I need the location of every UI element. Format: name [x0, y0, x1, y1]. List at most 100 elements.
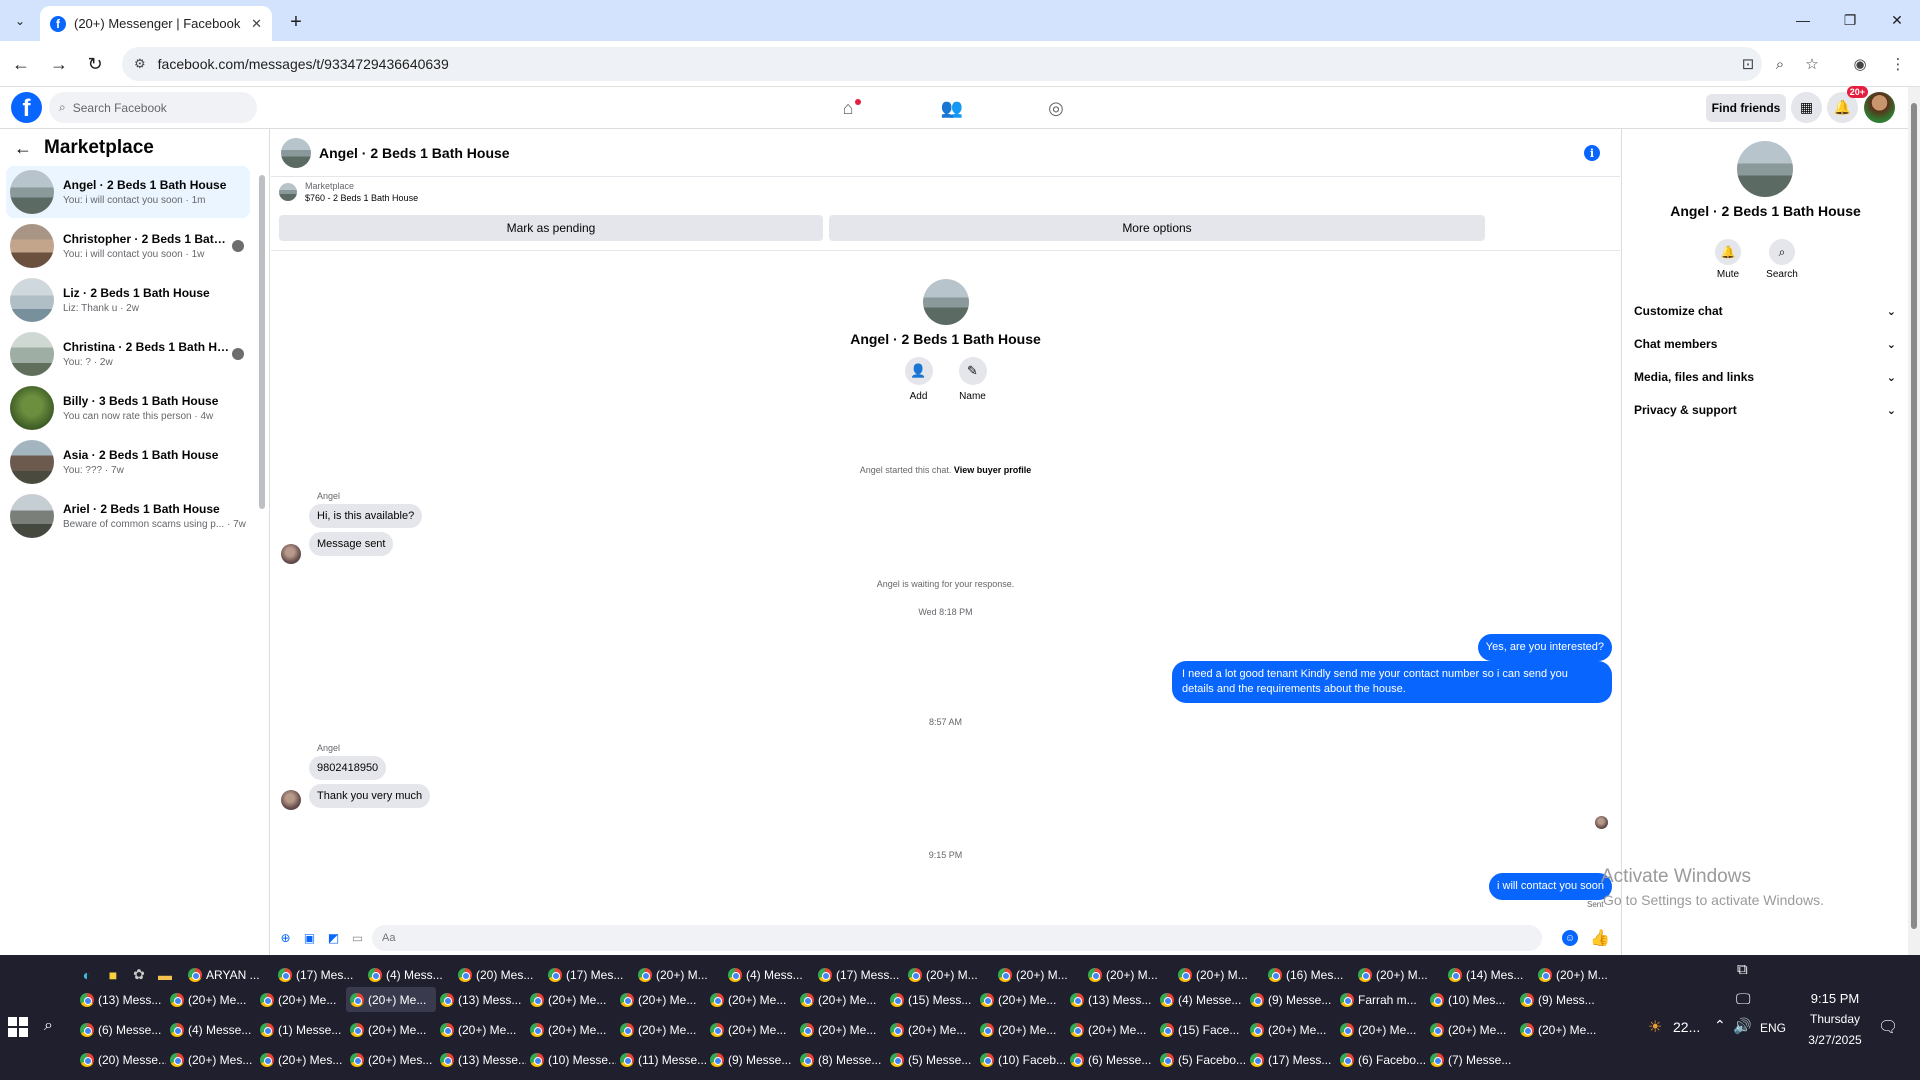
taskbar-window-item[interactable]: (6) Facebo...	[1336, 1047, 1426, 1072]
taskbar-window-item[interactable]: (4) Messe...	[166, 1017, 256, 1042]
taskbar-window-item[interactable]: (20+) M...	[1534, 962, 1624, 987]
taskbar-window-item[interactable]: (6) Messe...	[1066, 1047, 1156, 1072]
taskbar-window-item[interactable]: (13) Mess...	[76, 987, 166, 1012]
page-scrollbar-thumb[interactable]	[1911, 103, 1917, 929]
panel-avatar[interactable]	[1737, 141, 1793, 197]
taskbar-window-item[interactable]: (10) Messe...	[526, 1047, 616, 1072]
friends-icon[interactable]: 👥	[937, 95, 967, 121]
taskbar-window-item[interactable]: (20+) M...	[904, 962, 994, 987]
gif-icon[interactable]: ▭	[349, 929, 366, 946]
find-friends-button[interactable]: Find friends	[1706, 94, 1786, 122]
facebook-logo-icon[interactable]: f	[11, 92, 42, 123]
taskbar-window-item[interactable]: (20+) Me...	[616, 987, 706, 1012]
taskbar-window-item[interactable]: (20+) Me...	[256, 987, 346, 1012]
taskbar-window-item[interactable]: (11) Messe...	[616, 1047, 706, 1072]
taskbar-window-item[interactable]: (10) Mes...	[1426, 987, 1516, 1012]
groups-icon[interactable]: ◎	[1041, 95, 1071, 121]
weather-temp[interactable]: 22...	[1673, 1019, 1700, 1035]
taskbar-window-item[interactable]: (20+) Me...	[1516, 1017, 1606, 1042]
thumbs-up-icon[interactable]: 👍	[1590, 928, 1610, 948]
name-button[interactable]: ✎ Name	[958, 357, 988, 402]
taskbar-window-item[interactable]: (20+) M...	[1354, 962, 1444, 987]
outgoing-message[interactable]: I need a lot good tenant Kindly send me …	[1172, 661, 1612, 703]
window-close-button[interactable]: ✕	[1882, 8, 1912, 32]
add-button[interactable]: 👤 Add	[904, 357, 934, 402]
customize-chat-row[interactable]: Customize chat ⌄	[1634, 296, 1896, 326]
taskbar-window-item[interactable]: (20+) Me...	[976, 1017, 1066, 1042]
file-explorer-icon[interactable]: ▬	[154, 964, 176, 986]
plus-circle-icon[interactable]: ⊕	[277, 929, 294, 946]
site-info-icon[interactable]: ⚙	[134, 56, 146, 72]
taskbar-window-item[interactable]: (13) Mess...	[436, 987, 526, 1012]
conversation-item[interactable]: Ariel · 2 Beds 1 Bath House Beware of com…	[6, 490, 250, 542]
sender-avatar[interactable]	[281, 790, 301, 810]
privacy-support-row[interactable]: Privacy & support ⌄	[1634, 395, 1896, 425]
sender-avatar[interactable]	[281, 544, 301, 564]
taskbar-window-item[interactable]: (6) Messe...	[76, 1017, 166, 1042]
taskbar-window-item[interactable]: (5) Facebo...	[1156, 1047, 1246, 1072]
back-button[interactable]: ←	[8, 51, 34, 77]
clock-date[interactable]: 3/27/2025	[1790, 1033, 1880, 1047]
restore-button[interactable]: ❐	[1835, 8, 1865, 32]
taskbar-window-item[interactable]: (20+) M...	[634, 962, 724, 987]
taskbar-window-item[interactable]: (20+) Me...	[346, 987, 436, 1012]
view-buyer-profile-link[interactable]: View buyer profile	[954, 465, 1031, 475]
network-icon[interactable]: 🖵	[1736, 991, 1750, 1008]
taskbar-window-item[interactable]: (4) Mess...	[364, 962, 454, 987]
home-icon[interactable]: ⌂	[833, 95, 863, 121]
incoming-message[interactable]: Message sent	[309, 532, 394, 556]
taskbar-window-item[interactable]: (4) Mess...	[724, 962, 814, 987]
zoom-icon[interactable]: ⌕	[1770, 54, 1790, 74]
profile-icon[interactable]: ◉	[1850, 54, 1870, 74]
taskbar-window-item[interactable]: (9) Messe...	[1246, 987, 1336, 1012]
taskbar-window-item[interactable]: (8) Messe...	[796, 1047, 886, 1072]
listing-bar[interactable]: Marketplace $760 - 2 Beds 1 Bath House	[279, 181, 418, 203]
taskbar-window-item[interactable]: (13) Messe...	[436, 1047, 526, 1072]
taskbar-window-item[interactable]: (20+) Me...	[886, 1017, 976, 1042]
outgoing-message[interactable]: i will contact you soon	[1489, 873, 1612, 900]
taskbar-window-item[interactable]: (9) Mess...	[1516, 987, 1606, 1012]
taskbar-window-item[interactable]: (7) Messe...	[1426, 1047, 1516, 1072]
message-input[interactable]	[372, 925, 1542, 951]
taskbar-window-item[interactable]: (20+) Me...	[706, 1017, 796, 1042]
chat-title[interactable]: Angel · 2 Beds 1 Bath House	[319, 145, 510, 161]
taskbar-search-icon[interactable]: ⌕	[44, 1017, 53, 1035]
sticky-notes-icon[interactable]: ■	[102, 964, 124, 986]
taskbar-window-item[interactable]: (4) Messe...	[1156, 987, 1246, 1012]
conversation-item[interactable]: Billy · 3 Beds 1 Bath House You can now r…	[6, 382, 250, 434]
taskbar-window-item[interactable]: (17) Mess...	[1246, 1047, 1336, 1072]
tray-overflow-chevron-icon[interactable]: ⌃	[1714, 1017, 1726, 1034]
taskbar-window-item[interactable]: (20) Mes...	[454, 962, 544, 987]
taskbar-window-item[interactable]: (20+) Mes...	[166, 1047, 256, 1072]
image-icon[interactable]: ▣	[301, 929, 318, 946]
taskbar-window-item[interactable]: (20+) Me...	[796, 987, 886, 1012]
incoming-message[interactable]: Hi, is this available?	[309, 504, 423, 528]
search-in-chat-button[interactable]: ⌕ Search	[1760, 239, 1804, 280]
sidebar-scrollbar[interactable]	[258, 169, 266, 549]
taskbar-window-item[interactable]: (17) Mess...	[814, 962, 904, 987]
more-options-button[interactable]: More options	[829, 215, 1485, 241]
mark-as-pending-button[interactable]: Mark as pending	[279, 215, 823, 241]
minimize-button[interactable]: —	[1788, 8, 1818, 32]
chat-avatar[interactable]	[281, 137, 311, 168]
taskbar-window-item[interactable]: (20+) Me...	[1066, 1017, 1156, 1042]
info-icon[interactable]: i	[1584, 145, 1600, 161]
account-avatar[interactable]	[1864, 92, 1895, 123]
taskbar-window-item[interactable]: ARYAN ...	[184, 962, 274, 987]
taskbar-window-item[interactable]: (20+) M...	[1084, 962, 1174, 987]
intro-avatar[interactable]	[922, 279, 969, 325]
taskbar-window-item[interactable]: (20+) Me...	[1426, 1017, 1516, 1042]
taskbar-window-item[interactable]: (5) Messe...	[886, 1047, 976, 1072]
bookmark-star-icon[interactable]: ☆	[1802, 54, 1822, 74]
taskbar-window-item[interactable]: (20+) Me...	[706, 987, 796, 1012]
taskbar-window-item[interactable]: (20+) Me...	[166, 987, 256, 1012]
taskbar-window-item[interactable]: (20+) Me...	[796, 1017, 886, 1042]
sticker-icon[interactable]: ◩	[325, 929, 342, 946]
taskbar-window-item[interactable]: (20+) Me...	[976, 987, 1066, 1012]
taskbar-window-item[interactable]: (20+) Mes...	[346, 1047, 436, 1072]
chat-members-row[interactable]: Chat members ⌄	[1634, 329, 1896, 359]
weather-icon[interactable]: ☀	[1648, 1017, 1662, 1037]
taskbar-window-item[interactable]: (20+) Me...	[526, 1017, 616, 1042]
windows-start-icon[interactable]	[8, 1017, 28, 1037]
notifications-bell-icon[interactable]: 🔔 20+	[1827, 86, 1868, 123]
